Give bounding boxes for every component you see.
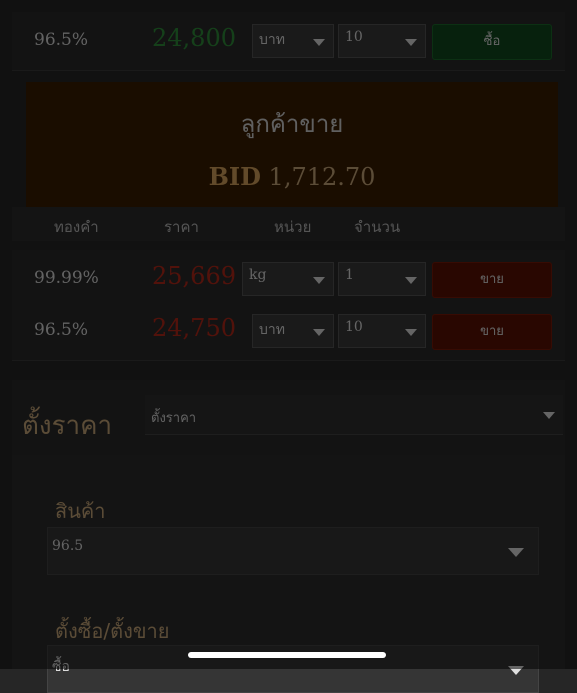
unit-select[interactable]: บาท — [252, 24, 334, 58]
sell-row-96-5: 96.5% 24,750 บาท 10 ขาย — [12, 302, 565, 361]
buy-row-96-5: 96.5% 24,800 บาท 10 ซื้อ — [12, 12, 565, 71]
quantity-select[interactable]: 10 — [338, 24, 426, 58]
bid-value: 1,712.70 — [268, 163, 376, 191]
home-indicator — [188, 652, 386, 658]
gold-purity: 96.5% — [34, 320, 89, 340]
unit-select-value: บาท — [259, 32, 285, 48]
quantity-select-value: 10 — [345, 319, 363, 335]
unit-select[interactable]: บาท — [252, 314, 334, 348]
buy-price: 24,800 — [152, 24, 236, 52]
sell-price: 25,669 — [152, 262, 236, 290]
chevron-down-icon — [508, 666, 524, 675]
sell-row-99-99: 99.99% 25,669 kg 1 ขาย — [12, 250, 565, 309]
header-gold: ทองคำ — [54, 218, 99, 236]
product-select-value: 96.5 — [52, 538, 84, 554]
set-price-select[interactable]: ตั้งราคา — [145, 395, 563, 435]
bid-label: BID — [208, 162, 261, 191]
buy-button[interactable]: ซื้อ — [432, 24, 552, 60]
table-header: ทองคำ ราคา หน่วย จำนวน — [12, 207, 565, 241]
sell-button[interactable]: ขาย — [432, 314, 552, 350]
quantity-select[interactable]: 10 — [338, 314, 426, 348]
unit-select[interactable]: kg — [242, 262, 334, 296]
sell-button[interactable]: ขาย — [432, 262, 552, 298]
bid-price: BID 1,712.70 — [26, 162, 558, 191]
unit-select-value: บาท — [259, 322, 285, 338]
chevron-down-icon — [313, 329, 325, 336]
quantity-select-value: 1 — [345, 267, 354, 283]
header-unit: หน่วย — [274, 218, 312, 236]
set-price-title: ตั้งราคา — [22, 411, 113, 441]
set-price-select-value: ตั้งราคา — [151, 411, 197, 426]
chevron-down-icon — [405, 277, 417, 284]
header-price: ราคา — [164, 218, 199, 236]
action-label: ตั้งซื้อ/ตั้งขาย — [55, 619, 170, 643]
chevron-down-icon — [405, 39, 417, 46]
chevron-down-icon — [543, 412, 555, 419]
chevron-down-icon — [508, 548, 524, 557]
bid-panel: ลูกค้าขาย BID 1,712.70 — [26, 82, 558, 207]
product-label: สินค้า — [55, 499, 106, 523]
chevron-down-icon — [313, 277, 325, 284]
gold-purity: 96.5% — [34, 30, 89, 50]
header-qty: จำนวน — [354, 218, 401, 236]
sell-price: 24,750 — [152, 314, 236, 342]
action-select-value: ซื้อ — [52, 659, 70, 675]
quantity-select-value: 10 — [345, 29, 363, 45]
bid-panel-title: ลูกค้าขาย — [240, 110, 344, 138]
quantity-select[interactable]: 1 — [338, 262, 426, 296]
product-select[interactable]: 96.5 — [47, 527, 539, 575]
chevron-down-icon — [405, 329, 417, 336]
gold-purity: 99.99% — [34, 268, 99, 288]
unit-select-value: kg — [249, 267, 267, 283]
chevron-down-icon — [313, 39, 325, 46]
